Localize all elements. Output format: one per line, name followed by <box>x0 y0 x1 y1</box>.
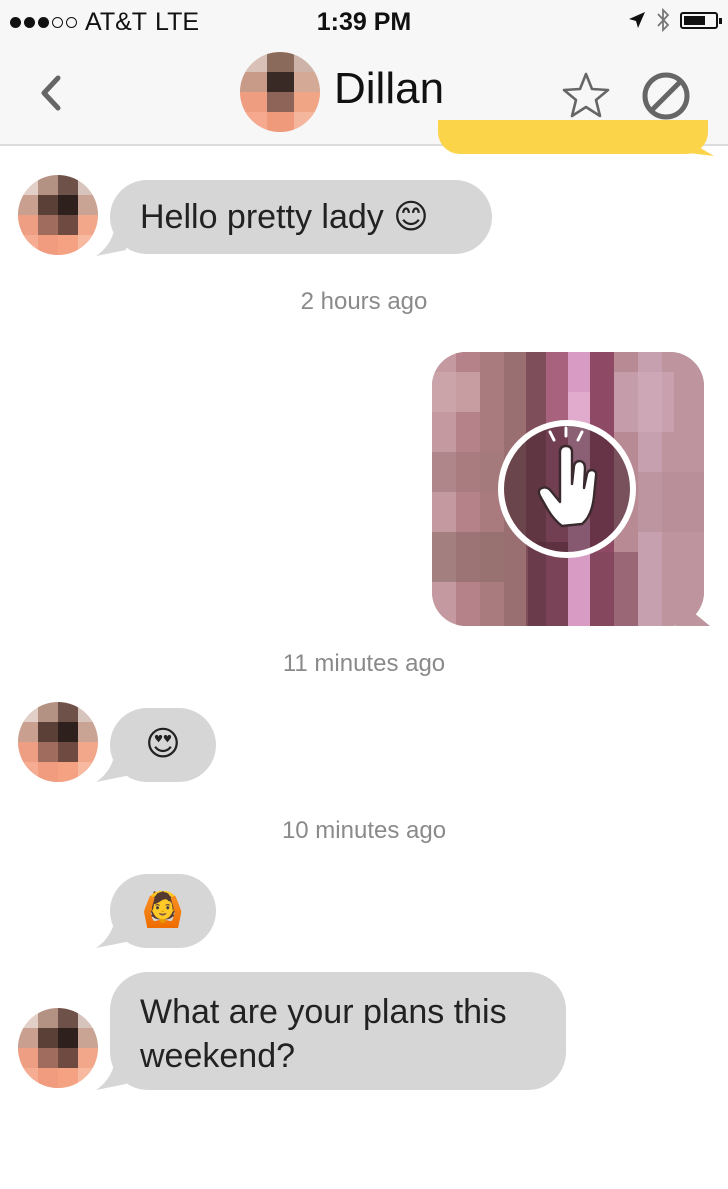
timestamp: 10 minutes ago <box>281 817 447 844</box>
message-bubble-incoming[interactable]: 😍 <box>110 708 216 782</box>
contact-avatar[interactable] <box>18 1008 98 1088</box>
contact-name[interactable]: Dillan <box>334 64 444 114</box>
message-text: Hello pretty lady 😊 <box>140 198 429 236</box>
message-text-line: What are your plans this <box>140 993 507 1031</box>
contact-avatar[interactable] <box>18 175 98 255</box>
status-right <box>628 8 722 32</box>
tap-to-view-hand-icon[interactable] <box>496 418 638 560</box>
message-bubble-incoming[interactable]: Hello pretty lady 😊 <box>110 180 492 254</box>
contact-avatar[interactable] <box>240 52 320 132</box>
bubble-tail <box>680 136 714 156</box>
clock: 1:39 PM <box>316 8 412 36</box>
bubble-tail <box>676 598 710 626</box>
bluetooth-icon <box>657 8 670 32</box>
block-icon[interactable] <box>640 70 692 122</box>
star-icon[interactable] <box>560 70 612 122</box>
heart-eyes-emoji: 😍 <box>145 725 181 763</box>
timestamp: 11 minutes ago <box>282 650 446 677</box>
location-arrow-icon <box>629 12 645 28</box>
message-bubble-incoming[interactable]: 🙆 <box>110 874 216 948</box>
timestamp: 2 hours ago <box>300 288 428 315</box>
contact-avatar[interactable] <box>18 702 98 782</box>
status-bar: AT&T LTE 1:39 PM <box>0 0 728 46</box>
battery-fill <box>684 15 705 25</box>
previous-outgoing-bubble <box>438 120 708 154</box>
back-chevron-icon[interactable] <box>28 68 78 118</box>
gesture-emoji: 🙆 <box>141 891 185 929</box>
message-text-line: weekend? <box>140 1037 296 1075</box>
battery-icon <box>680 11 722 29</box>
message-bubble-incoming[interactable]: What are your plans this weekend? <box>110 972 566 1090</box>
